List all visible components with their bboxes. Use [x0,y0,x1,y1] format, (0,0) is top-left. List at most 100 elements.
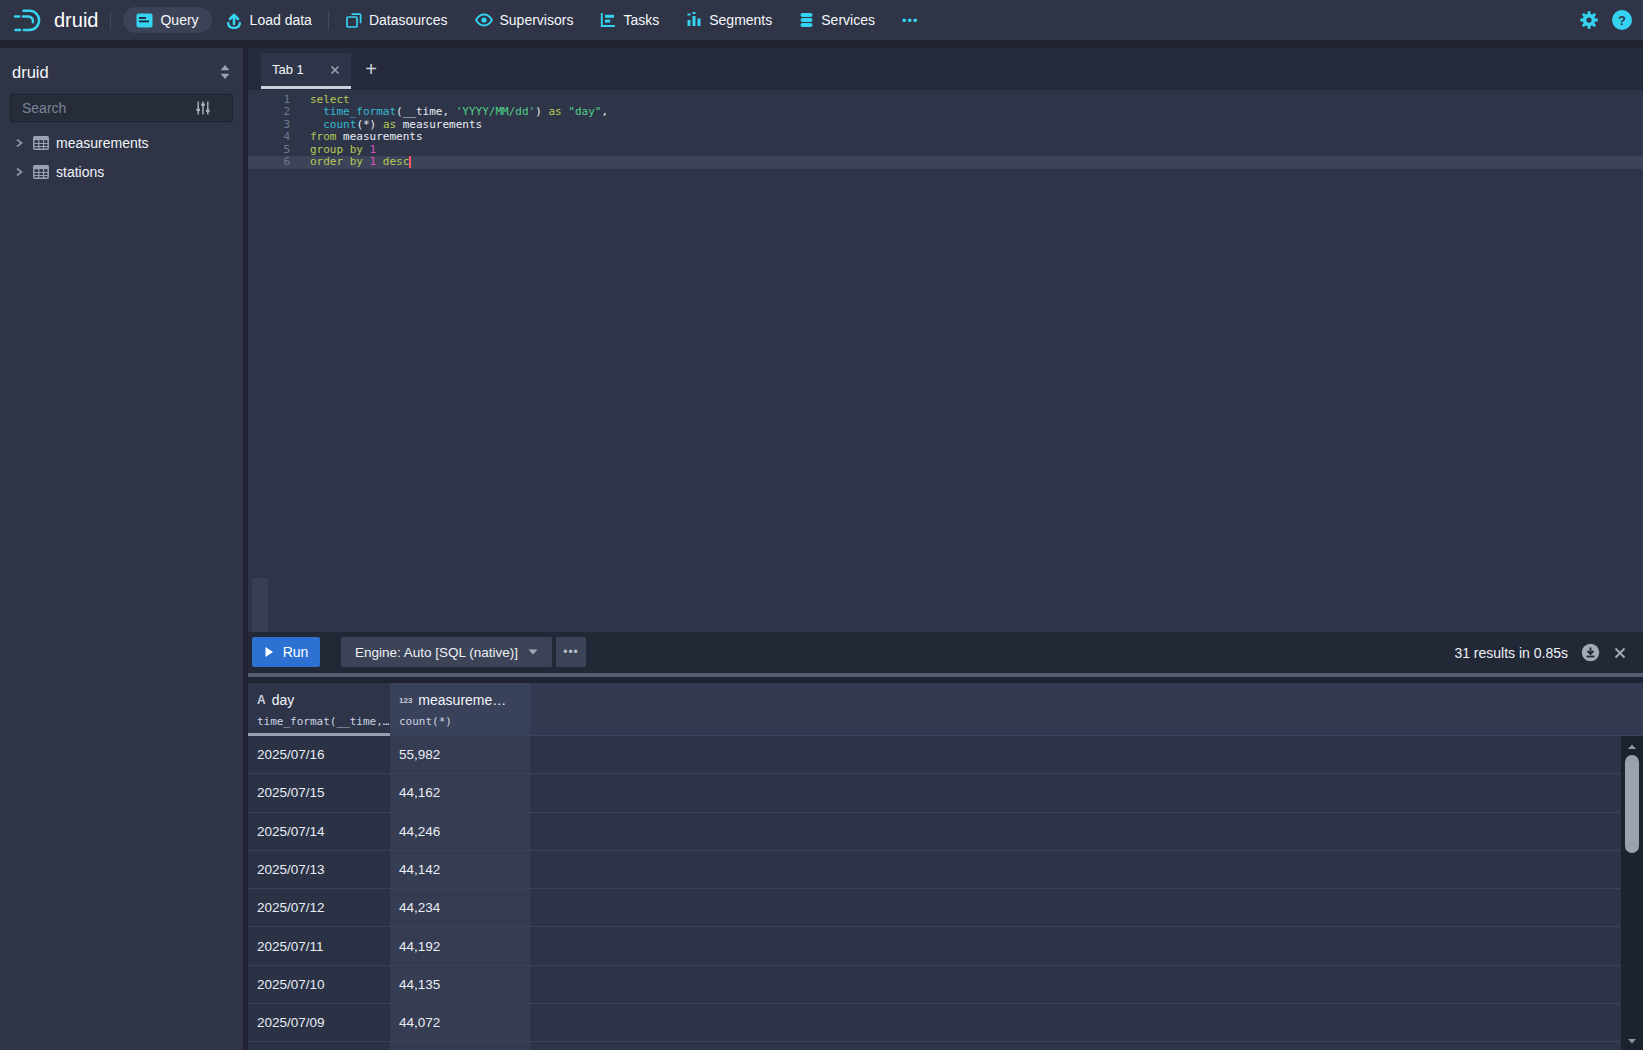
nav-divider [328,11,329,30]
line-number: 4 [248,131,290,143]
druid-logo-icon [11,6,49,34]
nav-item-datasources[interactable]: Datasources [346,12,448,28]
line-number: 2 [248,106,290,118]
database-icon [799,12,814,28]
table-icon [33,165,49,179]
editor-corner [252,578,268,632]
query-more-button[interactable]: ••• [556,637,586,667]
eye-icon [475,13,493,27]
cell-measurements[interactable]: 44,142 [390,851,530,889]
druid-logo[interactable]: druid [11,6,98,34]
column-header-day[interactable]: A day time_format(__time,… [248,683,390,736]
number-type-icon: 123 [399,696,412,705]
tab-strip: Tab 1 + [248,48,1643,90]
scroll-up-icon[interactable] [1626,741,1638,753]
nav-item-tasks[interactable]: Tasks [600,12,659,28]
navbar: druid Query Load data Datasources [0,0,1643,40]
chevron-right-icon[interactable] [14,167,24,177]
cell-measurements[interactable]: 44,192 [390,927,530,965]
cell-day[interactable]: 2025/07/09 [248,1004,390,1042]
nav-item-segments[interactable]: Segments [686,12,772,28]
cell-measurements[interactable] [390,1042,530,1050]
scrollbar-thumb[interactable] [1625,755,1639,853]
caret-down-icon [528,649,538,655]
cell-empty [530,1042,1643,1050]
cell-empty [530,774,1643,812]
search-box [10,94,233,122]
cell-day[interactable]: 2025/07/13 [248,851,390,889]
string-type-icon: A [257,693,266,707]
sidebar: druid meas [0,48,243,1050]
sidebar-item-measurements[interactable]: measurements [0,128,243,157]
cell-measurements[interactable]: 44,234 [390,889,530,927]
chevron-right-icon[interactable] [14,138,24,148]
table-row: 2025/07/1344,142 [248,851,1643,889]
datasources-icon [346,12,362,28]
nav-item-services[interactable]: Services [799,12,875,28]
code-line: order by 1 desc [310,156,608,168]
nav-divider [110,11,111,30]
cell-empty [530,1004,1643,1042]
results-status: 31 results in 0.85s [1454,645,1568,661]
cell-empty [530,813,1643,851]
cell-day[interactable]: 2025/07/15 [248,774,390,812]
cell-day[interactable]: 2025/07/12 [248,889,390,927]
table-icon [33,136,49,150]
close-results-icon[interactable] [1613,646,1627,660]
column-header-measurements[interactable]: 123 measureme… count(*) [390,683,530,736]
table-row: 2025/07/0944,072 [248,1004,1643,1042]
table-row: 2025/07/1144,192 [248,927,1643,965]
play-icon [264,646,274,658]
table-row: 2025/07/1544,162 [248,774,1643,812]
table-row: 2025/07/1244,234 [248,889,1643,927]
cell-empty [530,966,1643,1004]
tab-1[interactable]: Tab 1 [261,53,351,86]
cell-day[interactable]: 2025/07/16 [248,736,390,774]
sql-editor[interactable]: 123456 select time_format(__time, 'YYYY/… [248,90,1643,632]
active-tab-underline [261,86,351,89]
cell-day[interactable] [248,1042,390,1050]
editor-cursor [409,156,411,168]
search-input[interactable] [10,100,195,116]
run-bar: Run Engine: Auto [SQL (native)] ••• 31 r… [248,632,1643,673]
cell-empty [530,736,1643,774]
filter-icon[interactable] [195,100,211,116]
nav-item-supervisors[interactable]: Supervisors [475,12,574,28]
results-panel: A day time_format(__time,… 123 measureme… [248,683,1643,1050]
cell-measurements[interactable]: 44,246 [390,813,530,851]
gear-icon[interactable] [1579,10,1599,30]
nav-item-query[interactable]: Query [123,7,211,33]
sidebar-schema-title: druid [12,63,49,82]
editor-gutter: 123456 [248,94,290,168]
download-icon[interactable] [1581,643,1600,662]
druid-wordmark: druid [54,9,98,32]
results-header: A day time_format(__time,… 123 measureme… [248,683,1643,736]
table-row [248,1042,1643,1050]
scroll-down-icon[interactable] [1626,1035,1638,1047]
results-scrollbar[interactable] [1621,736,1643,1050]
table-row: 2025/07/1444,246 [248,813,1643,851]
nav-item-load-data[interactable]: Load data [225,11,312,29]
line-number: 6 [248,156,290,168]
console-icon [136,13,153,28]
cell-day[interactable]: 2025/07/10 [248,966,390,1004]
engine-select-button[interactable]: Engine: Auto [SQL (native)] [341,637,552,667]
help-button[interactable]: ? [1612,10,1632,30]
swap-vertical-icon[interactable] [219,64,231,80]
cell-measurements[interactable]: 55,982 [390,736,530,774]
new-tab-button[interactable]: + [358,56,384,82]
cell-day[interactable]: 2025/07/11 [248,927,390,965]
sidebar-item-stations[interactable]: stations [0,157,243,186]
nav-more-button[interactable]: ••• [902,13,919,28]
tab-close-icon[interactable] [329,64,341,76]
cell-measurements[interactable]: 44,162 [390,774,530,812]
cell-measurements[interactable]: 44,072 [390,1004,530,1042]
cell-measurements[interactable]: 44,135 [390,966,530,1004]
splitter-handle[interactable] [248,673,1643,677]
cell-empty [530,889,1643,927]
cell-day[interactable]: 2025/07/14 [248,813,390,851]
cell-empty [530,927,1643,965]
run-button[interactable]: Run [252,637,320,667]
bar-chart-icon [686,12,702,28]
table-row: 2025/07/1044,135 [248,966,1643,1004]
